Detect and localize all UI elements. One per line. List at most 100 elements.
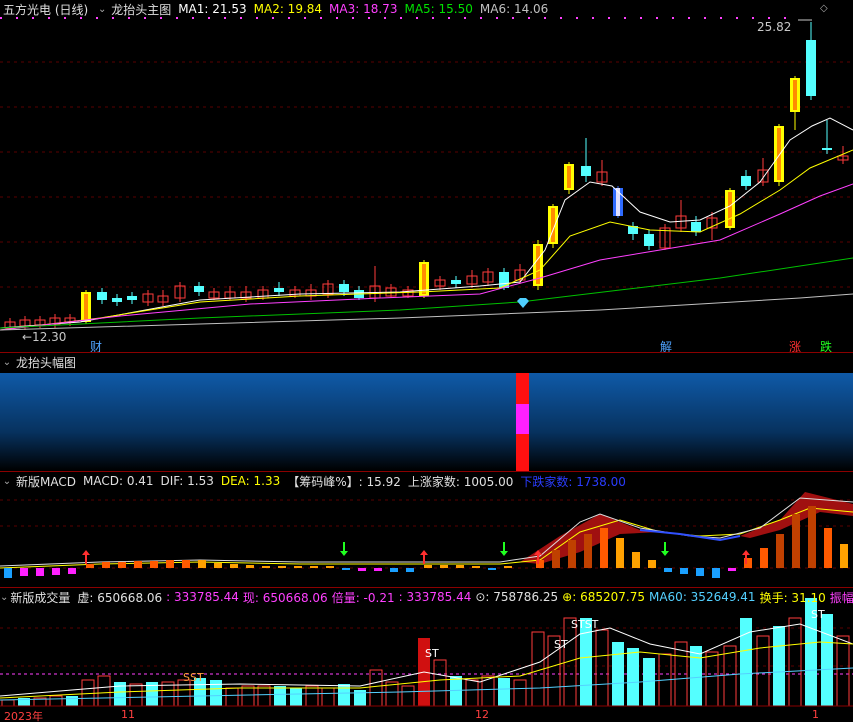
macd-bar xyxy=(600,528,608,568)
event-marker-die[interactable]: 跌 xyxy=(820,338,832,352)
st-label: ST xyxy=(811,608,825,621)
st-label: ST xyxy=(554,638,568,651)
band-gradient-area xyxy=(0,373,853,471)
macd-bar xyxy=(776,534,784,568)
collapse-diamond-icon[interactable]: ◇ xyxy=(820,3,828,14)
macd-bar xyxy=(358,568,366,571)
macd-bar xyxy=(166,560,174,568)
chevron-down-icon[interactable]: ⌄ xyxy=(0,357,14,368)
macd-bar xyxy=(840,544,848,568)
macd-bar xyxy=(568,540,576,568)
volume-bar xyxy=(513,679,527,707)
macd-bar xyxy=(504,566,512,568)
band-indicator-pane[interactable]: ⌄ 龙抬头幅图 xyxy=(0,353,853,471)
volume-pane[interactable]: ⌄ 新版成交量 虚: 650668.06 : 333785.44 现: 6506… xyxy=(0,588,853,722)
macd-bar xyxy=(584,534,592,568)
volume-bar xyxy=(225,687,239,707)
vol-now: 现: 650668.06 xyxy=(242,590,328,605)
macd-bar xyxy=(632,552,640,568)
main-chart-svg[interactable] xyxy=(0,0,853,352)
vol-d: ⊕: 685207.75 xyxy=(562,590,645,604)
ma2-label: MA2: 19.84 xyxy=(253,2,323,16)
macd-bar xyxy=(792,514,800,568)
macd-bar xyxy=(118,562,126,568)
chevron-down-icon[interactable]: ⌄ xyxy=(95,4,109,15)
candle-body xyxy=(644,234,654,246)
band-signal-highlight xyxy=(516,404,529,434)
macd-bar xyxy=(664,568,672,572)
macd-bar xyxy=(552,550,560,568)
volume-bar xyxy=(740,618,752,706)
volume-bar xyxy=(612,642,624,706)
candle-body xyxy=(806,40,816,96)
st-label: SST xyxy=(183,671,204,684)
candle-body xyxy=(741,176,751,186)
chevron-down-icon[interactable]: ⌄ xyxy=(0,592,8,603)
macd-bar xyxy=(150,561,158,568)
date-label: 11 xyxy=(121,708,135,721)
volume-bar xyxy=(627,648,639,706)
volume-bar xyxy=(580,618,592,706)
macd-bar xyxy=(456,565,464,568)
macd-pane[interactable]: ⌄ 新版MACD MACD: 0.41 DIF: 1.53 DEA: 1.33 … xyxy=(0,472,853,587)
macd-bar xyxy=(696,568,704,576)
date-label: 2023年 xyxy=(4,710,43,722)
macd-bar xyxy=(472,566,480,568)
volume-bar xyxy=(401,685,415,707)
event-marker-jie[interactable]: 解 xyxy=(660,338,672,352)
macd-pane-header: ⌄ 新版MACD MACD: 0.41 DIF: 1.53 DEA: 1.33 … xyxy=(0,472,853,490)
volume-bar xyxy=(723,645,737,707)
main-chart-pane[interactable]: 五方光电 (日线) ⌄ 龙抬头主图 MA1: 21.53 MA2: 19.84 … xyxy=(0,0,853,352)
volume-bar xyxy=(129,683,143,707)
macd-title[interactable]: 新版MACD xyxy=(16,473,76,490)
volume-title[interactable]: 新版成交量 xyxy=(10,589,70,606)
macd-bar xyxy=(278,566,286,568)
diamond-icon xyxy=(517,297,529,308)
macd-bar xyxy=(262,566,270,568)
dif-line xyxy=(0,497,853,567)
volume-bar xyxy=(274,686,286,706)
band-pane-title[interactable]: 龙抬头幅图 xyxy=(16,354,76,371)
event-marker-zhang[interactable]: 涨 xyxy=(789,338,801,352)
chevron-down-icon[interactable]: ⌄ xyxy=(0,476,14,487)
macd-bar xyxy=(616,538,624,568)
macd-bar xyxy=(182,560,190,568)
ma60-value: MA60: 352649.41 xyxy=(648,590,756,604)
dif-value: DIF: 1.53 xyxy=(160,474,214,488)
volume-bar xyxy=(66,696,78,706)
macd-bar xyxy=(342,568,350,570)
ma3-label: MA3: 18.73 xyxy=(329,2,398,16)
volume-bar xyxy=(1,699,15,707)
macd-bar xyxy=(134,561,142,568)
volume-bar xyxy=(465,679,479,707)
arrow-up-icon xyxy=(82,550,90,564)
vol-b: : 333785.44 xyxy=(398,590,472,604)
candle-core xyxy=(84,294,88,320)
candle-body xyxy=(194,286,204,292)
macd-bar xyxy=(198,560,206,568)
date-label: 1 xyxy=(812,708,819,721)
amplitude-value: 振幅: 7.11 xyxy=(829,590,853,605)
volume-bar xyxy=(498,678,510,706)
macd-bar xyxy=(648,560,656,568)
ma6-label: MA6: 14.06 xyxy=(479,2,549,16)
vol-virtual: 虚: 650668.06 xyxy=(77,590,163,605)
vol-c: ⊙: 758786.25 xyxy=(475,590,559,604)
volume-bar xyxy=(49,695,63,707)
volume-bar xyxy=(369,669,383,707)
vol-multiple: 倍量: -0.21 xyxy=(331,590,395,605)
macd-bar xyxy=(440,565,448,568)
dea-value: DEA: 1.33 xyxy=(220,474,281,488)
macd-bar xyxy=(406,568,414,572)
st-label: STST xyxy=(571,618,599,631)
candle-core xyxy=(551,208,555,242)
volume-bar xyxy=(773,626,785,706)
indicator-name[interactable]: 龙抬头主图 xyxy=(111,1,171,18)
volume-pane-header: ⌄ 新版成交量 虚: 650668.06 : 333785.44 现: 6506… xyxy=(0,588,853,606)
event-marker-cai[interactable]: 财 xyxy=(90,338,102,352)
arrow-down-icon xyxy=(340,542,348,556)
candle-body xyxy=(339,284,349,292)
vol-a: : 333785.44 xyxy=(166,590,239,604)
macd-bar xyxy=(326,566,334,568)
macd-bar xyxy=(680,568,688,574)
